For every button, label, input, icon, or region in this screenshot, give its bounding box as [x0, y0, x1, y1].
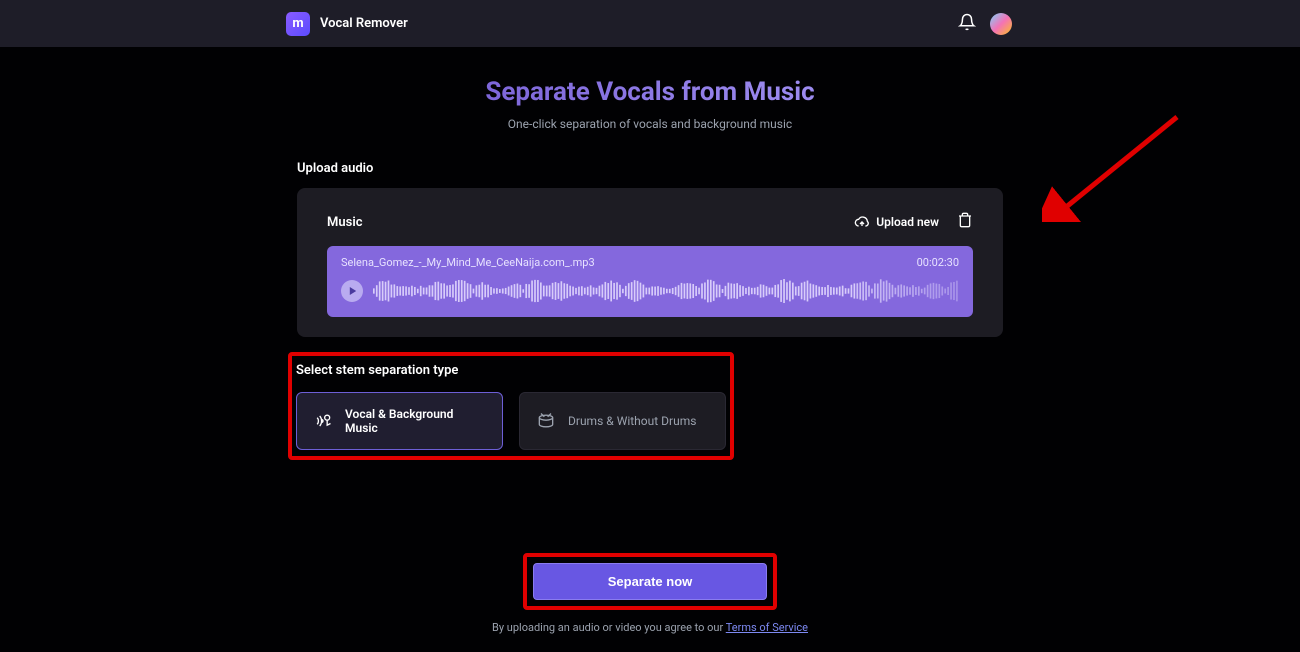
delete-button[interactable]	[957, 212, 973, 232]
topbar: m Vocal Remover	[0, 0, 1300, 47]
page-title: Separate Vocals from Music	[485, 77, 814, 107]
annotation-highlight-cta: Separate now	[523, 553, 777, 610]
audio-body	[341, 277, 959, 305]
brand: m Vocal Remover	[286, 12, 408, 36]
drums-icon	[536, 411, 556, 431]
play-icon	[349, 287, 357, 295]
stem-option-drums[interactable]: Drums & Without Drums	[519, 392, 726, 450]
cloud-upload-icon	[854, 214, 870, 230]
app-name: Vocal Remover	[320, 16, 408, 31]
upload-section: Upload audio Music Upload new	[297, 161, 1003, 337]
audio-duration: 00:02:30	[917, 256, 959, 269]
vocal-icon	[313, 411, 333, 431]
trash-icon	[957, 212, 973, 228]
upload-card-header: Music Upload new	[327, 212, 973, 232]
tos-link[interactable]: Terms of Service	[726, 621, 808, 634]
upload-new-button[interactable]: Upload new	[854, 214, 939, 230]
audio-track: Selena_Gomez_-_My_Mind_Me_CeeNaija.com_.…	[327, 246, 973, 317]
tos-text: By uploading an audio or video you agree…	[492, 621, 726, 634]
upload-label: Upload audio	[297, 161, 1003, 176]
topbar-actions	[958, 13, 1012, 35]
play-button[interactable]	[341, 280, 363, 302]
logo-icon: m	[286, 12, 310, 36]
stem-option-vocal[interactable]: Vocal & Background Music	[296, 392, 503, 450]
waveform[interactable]	[373, 277, 959, 305]
stem-option-label: Vocal & Background Music	[345, 407, 486, 435]
separate-button[interactable]: Separate now	[533, 563, 767, 600]
stem-option-label: Drums & Without Drums	[568, 414, 696, 428]
audio-filename: Selena_Gomez_-_My_Mind_Me_CeeNaija.com_.…	[341, 256, 595, 269]
main-content: Separate Vocals from Music One-click sep…	[0, 47, 1300, 450]
cta-section: Separate now By uploading an audio or vi…	[492, 553, 808, 634]
notifications-icon[interactable]	[958, 13, 976, 35]
tos-line: By uploading an audio or video you agree…	[492, 621, 808, 634]
upload-card-title: Music	[327, 215, 362, 230]
audio-meta: Selena_Gomez_-_My_Mind_Me_CeeNaija.com_.…	[341, 256, 959, 269]
upload-card: Music Upload new	[297, 188, 1003, 337]
stem-options: Vocal & Background Music Drums & Without…	[296, 392, 726, 450]
upload-new-label: Upload new	[876, 215, 939, 229]
stem-label: Select stem separation type	[296, 363, 726, 378]
upload-card-actions: Upload new	[854, 212, 973, 232]
stem-section: Select stem separation type Vocal & Back…	[296, 363, 726, 450]
avatar[interactable]	[990, 13, 1012, 35]
logo-letter: m	[292, 16, 303, 31]
page-subtitle: One-click separation of vocals and backg…	[0, 117, 1300, 131]
